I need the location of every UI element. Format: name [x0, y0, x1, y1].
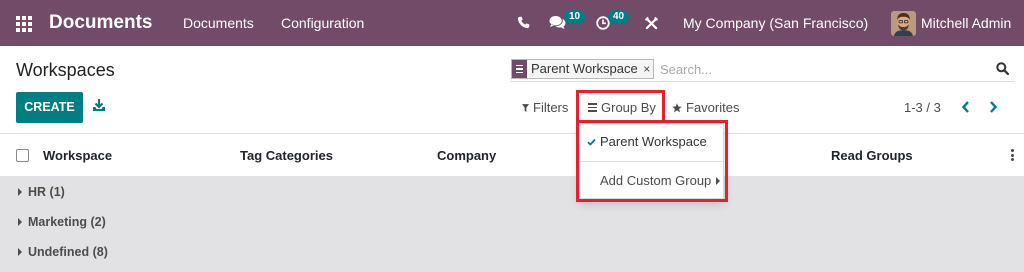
chevron-right-icon[interactable] [988, 100, 998, 114]
group-row[interactable]: Marketing (2) [0, 207, 1024, 237]
facet-close-icon[interactable]: × [641, 60, 653, 78]
search-icon [996, 62, 1009, 75]
facet-label: Parent Workspace [531, 61, 638, 76]
option-label: Parent Workspace [600, 134, 707, 149]
star-icon [672, 102, 682, 112]
group-label: Marketing (2) [28, 215, 106, 229]
filters-label: Filters [533, 100, 569, 115]
list-header: Workspace Tag Categories Company Read Gr… [0, 134, 1024, 177]
group-label: HR (1) [28, 185, 65, 199]
chat-count-badge: 10 [564, 10, 586, 24]
menu-configuration[interactable]: Configuration [281, 15, 364, 31]
group-label: Undefined (8) [28, 245, 108, 259]
page-title: Workspaces [16, 60, 115, 80]
column-header-workspace[interactable]: Workspace [43, 148, 112, 164]
download-icon[interactable] [92, 98, 106, 112]
company-switcher[interactable]: My Company (San Francisco) [683, 15, 868, 31]
avatar[interactable] [891, 11, 916, 36]
top-navbar: Documents Documents Configuration 10 40 … [0, 0, 1024, 46]
search-input[interactable] [660, 59, 990, 79]
check-icon [587, 138, 596, 146]
group-row[interactable]: Undefined (8) [0, 237, 1024, 267]
create-button[interactable]: CREATE [16, 92, 83, 123]
column-header-read-groups[interactable]: Read Groups [831, 148, 913, 164]
select-all-checkbox[interactable] [16, 149, 29, 162]
funnel-icon [522, 103, 529, 112]
dropdown-divider [580, 161, 723, 162]
group-row[interactable]: HR (1) [0, 177, 1024, 207]
search-bar: Parent Workspace × [510, 57, 1015, 82]
favorites-toggle[interactable]: Favorites [672, 99, 739, 116]
caret-right-icon [18, 248, 22, 256]
caret-right-icon [18, 218, 22, 226]
bars-icon [588, 103, 597, 112]
menu-documents[interactable]: Documents [183, 15, 254, 31]
column-header-tag-categories[interactable]: Tag Categories [240, 148, 333, 164]
apps-grid-icon[interactable] [16, 16, 32, 32]
group-by-label: Group By [601, 100, 656, 115]
group-by-option-parent-workspace[interactable]: Parent Workspace [580, 132, 723, 152]
bars-icon [512, 60, 527, 78]
group-by-dropdown: Parent Workspace Add Custom Group [579, 123, 724, 199]
pager-value[interactable]: 1-3 / 3 [904, 99, 941, 116]
chevron-left-icon[interactable] [961, 100, 971, 114]
studio-tools-icon[interactable] [645, 17, 658, 30]
group-by-toggle[interactable]: Group By [588, 99, 656, 116]
filters-toggle[interactable]: Filters [522, 99, 568, 116]
activity-count-badge: 40 [608, 10, 630, 24]
caret-right-icon [716, 177, 720, 185]
favorites-label: Favorites [686, 100, 740, 115]
app-brand[interactable]: Documents [49, 11, 152, 35]
vertical-ellipsis-icon[interactable] [1010, 149, 1014, 161]
column-header-company[interactable]: Company [437, 148, 496, 164]
search-facet: Parent Workspace × [511, 59, 654, 79]
group-list: HR (1) Marketing (2) Undefined (8) [0, 177, 1024, 272]
caret-right-icon [18, 188, 22, 196]
add-custom-group-label: Add Custom Group [600, 173, 712, 188]
add-custom-group-item[interactable]: Add Custom Group [580, 171, 723, 191]
user-menu[interactable]: Mitchell Admin [921, 15, 1011, 31]
phone-icon[interactable] [517, 16, 530, 29]
